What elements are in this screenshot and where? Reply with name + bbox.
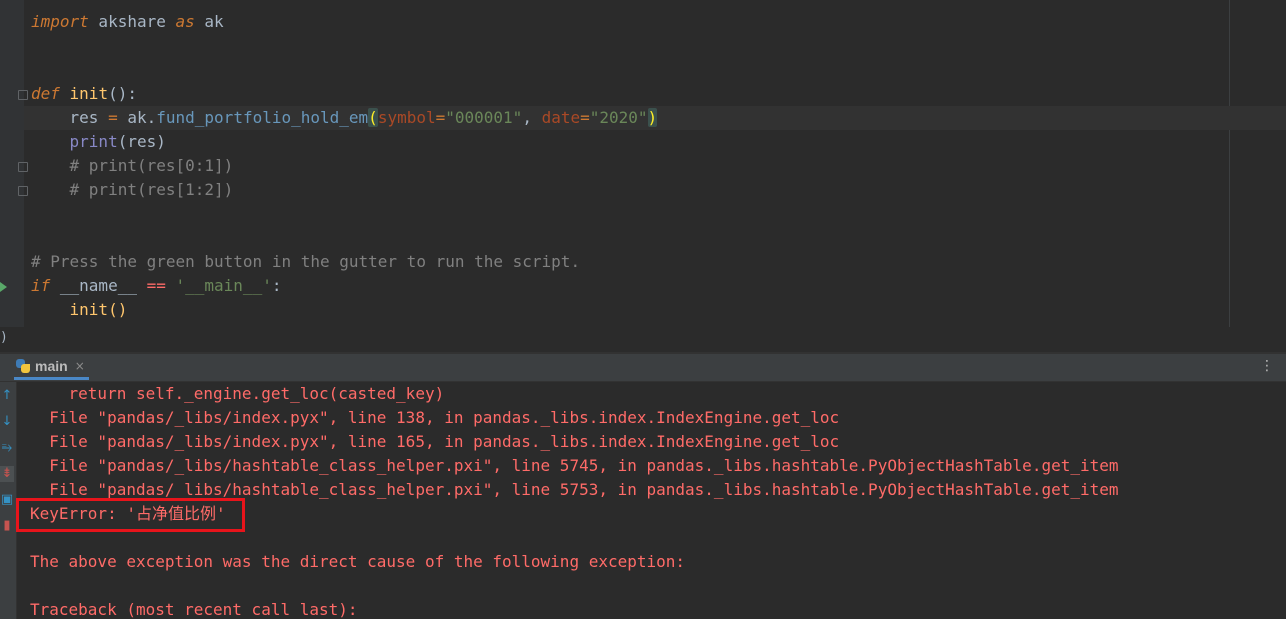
string-literal: '__main__'	[175, 276, 272, 295]
code-line-res: res = ak.fund_portfolio_hold_em(symbol="…	[31, 106, 658, 130]
keyword: as	[175, 12, 195, 31]
code-line-ifmain: if __name__ == '__main__':	[31, 274, 281, 298]
param-name: symbol	[377, 108, 436, 127]
object-ref: ak.	[127, 108, 157, 127]
arrow-up-icon[interactable]: ↑	[0, 388, 14, 404]
keyword: import	[31, 12, 89, 31]
console-line: The above exception was the direct cause…	[30, 552, 686, 571]
call-args: (res)	[117, 132, 166, 151]
error-highlight-box	[16, 498, 245, 532]
soft-wrap-icon[interactable]: ⥱	[0, 440, 14, 456]
code-line-comment: # Press the green button in the gutter t…	[31, 252, 581, 271]
paren-match: )	[647, 108, 658, 127]
code-line-comment: # print(res[1:2])	[31, 180, 234, 199]
more-options-icon[interactable]: ⋮	[1260, 358, 1274, 374]
console-line: File "pandas/_libs/index.pyx", line 138,…	[30, 408, 840, 427]
run-gutter-icon[interactable]	[0, 282, 7, 292]
dunder-name: __name__	[50, 276, 147, 295]
arrow-down-icon[interactable]: ↓	[0, 414, 14, 430]
python-icon	[16, 358, 30, 373]
module-alias: ak	[194, 12, 224, 31]
function-name: init	[59, 84, 109, 103]
fold-icon[interactable]	[18, 186, 28, 196]
module-name: akshare	[88, 12, 176, 31]
print-icon[interactable]: ▣	[0, 492, 14, 508]
colon: :	[271, 276, 282, 295]
console-line: Traceback (most recent call last):	[30, 600, 358, 619]
fold-icon[interactable]	[18, 162, 28, 172]
scroll-to-end-icon[interactable]: ⇟	[0, 466, 14, 482]
operator: =	[435, 108, 446, 127]
comma: ,	[522, 108, 542, 127]
paren-match: (	[368, 108, 378, 127]
console-line: return self._engine.get_loc(casted_key)	[30, 384, 445, 403]
code-editor[interactable]: import akshare as ak def init(): res = a…	[0, 0, 1286, 327]
tab-main[interactable]: main ×	[14, 354, 89, 380]
code-line-call: init()	[31, 298, 128, 322]
operator: =	[98, 108, 128, 127]
close-icon[interactable]: ×	[75, 359, 85, 373]
code-line-comment: # print(res[0:1])	[31, 156, 234, 175]
variable: res	[69, 108, 99, 127]
console-line: File "pandas/_libs/hashtable_class_helpe…	[30, 456, 1119, 475]
code-line-def: def init():	[31, 82, 137, 106]
operator: =	[580, 108, 590, 127]
trash-icon[interactable]: ▮	[0, 518, 14, 534]
run-tab-strip: main × ⋮	[0, 354, 1286, 382]
function-params: ():	[108, 84, 137, 103]
string-literal: "2020"	[589, 108, 648, 127]
keyword: def	[31, 84, 60, 103]
code-line-import: import akshare as ak	[31, 10, 224, 34]
code-line-print: print(res)	[31, 130, 166, 154]
builtin-function: print	[69, 132, 118, 151]
fold-icon[interactable]	[18, 90, 28, 100]
function-call: init()	[31, 300, 128, 319]
console-line: File "pandas/_libs/index.pyx", line 165,…	[30, 432, 840, 451]
editor-separator-glyph: )	[0, 330, 8, 345]
keyword: if	[31, 276, 51, 295]
right-margin-guide	[1229, 0, 1230, 327]
function-call: fund_portfolio_hold_em	[156, 108, 369, 127]
operator: ==	[146, 276, 166, 295]
string-literal: "000001"	[445, 108, 523, 127]
tab-label: main	[35, 357, 68, 374]
param-name: date	[541, 108, 581, 127]
run-toolbar: ↑ ↓ ⥱ ⇟ ▣ ▮	[0, 382, 17, 619]
